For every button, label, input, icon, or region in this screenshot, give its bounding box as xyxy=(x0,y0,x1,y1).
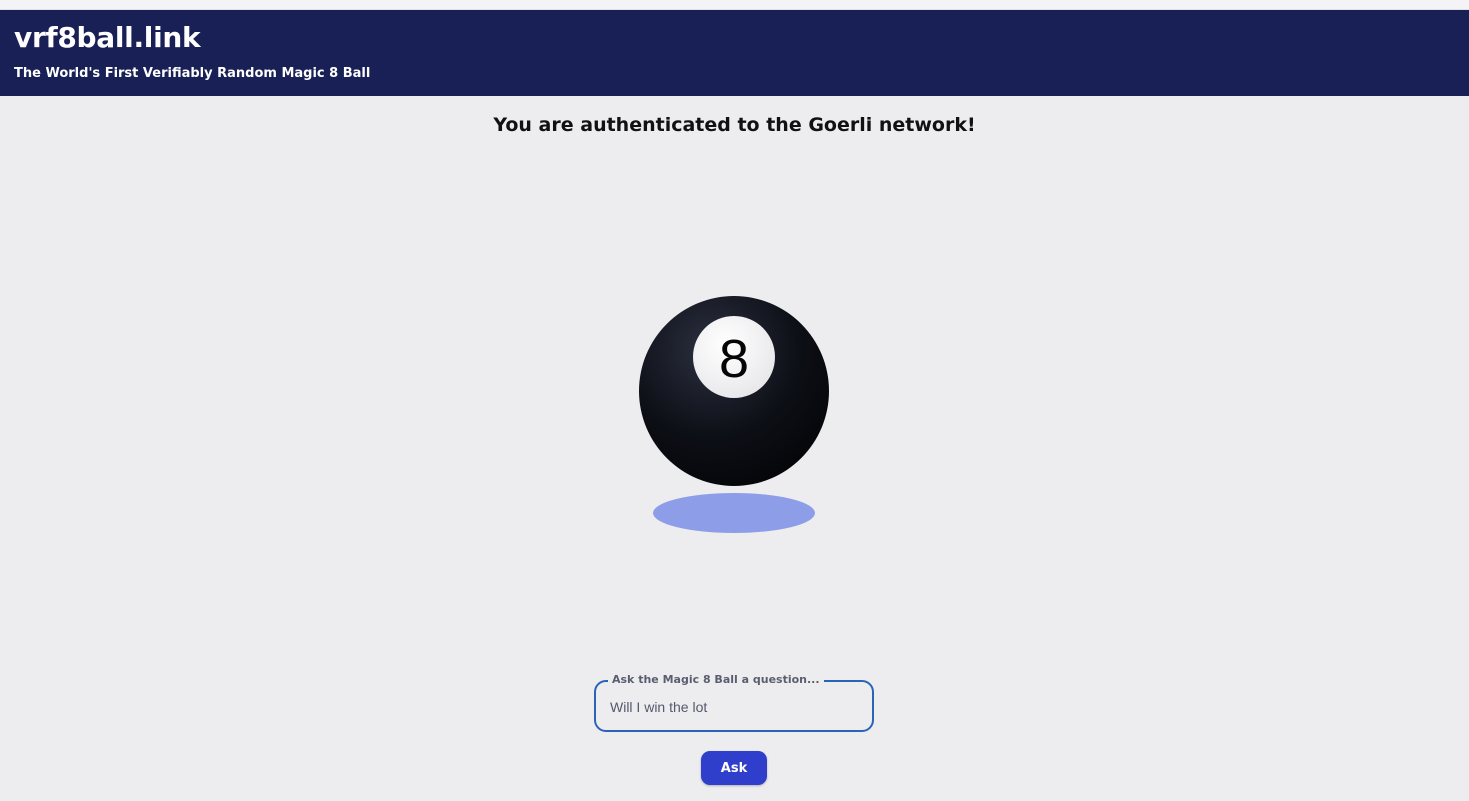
ball-number: 8 xyxy=(719,329,749,389)
ball-shadow xyxy=(653,493,815,533)
auth-status-message: You are authenticated to the Goerli netw… xyxy=(493,114,976,136)
question-field-label: Ask the Magic 8 Ball a question... xyxy=(608,673,824,686)
site-subtitle: The World's First Verifiably Random Magi… xyxy=(14,66,371,81)
ask-button[interactable]: Ask xyxy=(701,751,767,785)
question-field: Ask the Magic 8 Ball a question... xyxy=(594,673,874,732)
question-input[interactable] xyxy=(610,694,860,720)
magic-8-ball[interactable]: 8 xyxy=(634,290,834,540)
magic-8-ball-icon: 8 xyxy=(639,296,829,533)
site-header: vrf8ball.link The World's First Verifiab… xyxy=(0,10,1469,96)
site-title[interactable]: vrf8ball.link xyxy=(14,21,201,54)
browser-top-strip xyxy=(0,0,1469,10)
